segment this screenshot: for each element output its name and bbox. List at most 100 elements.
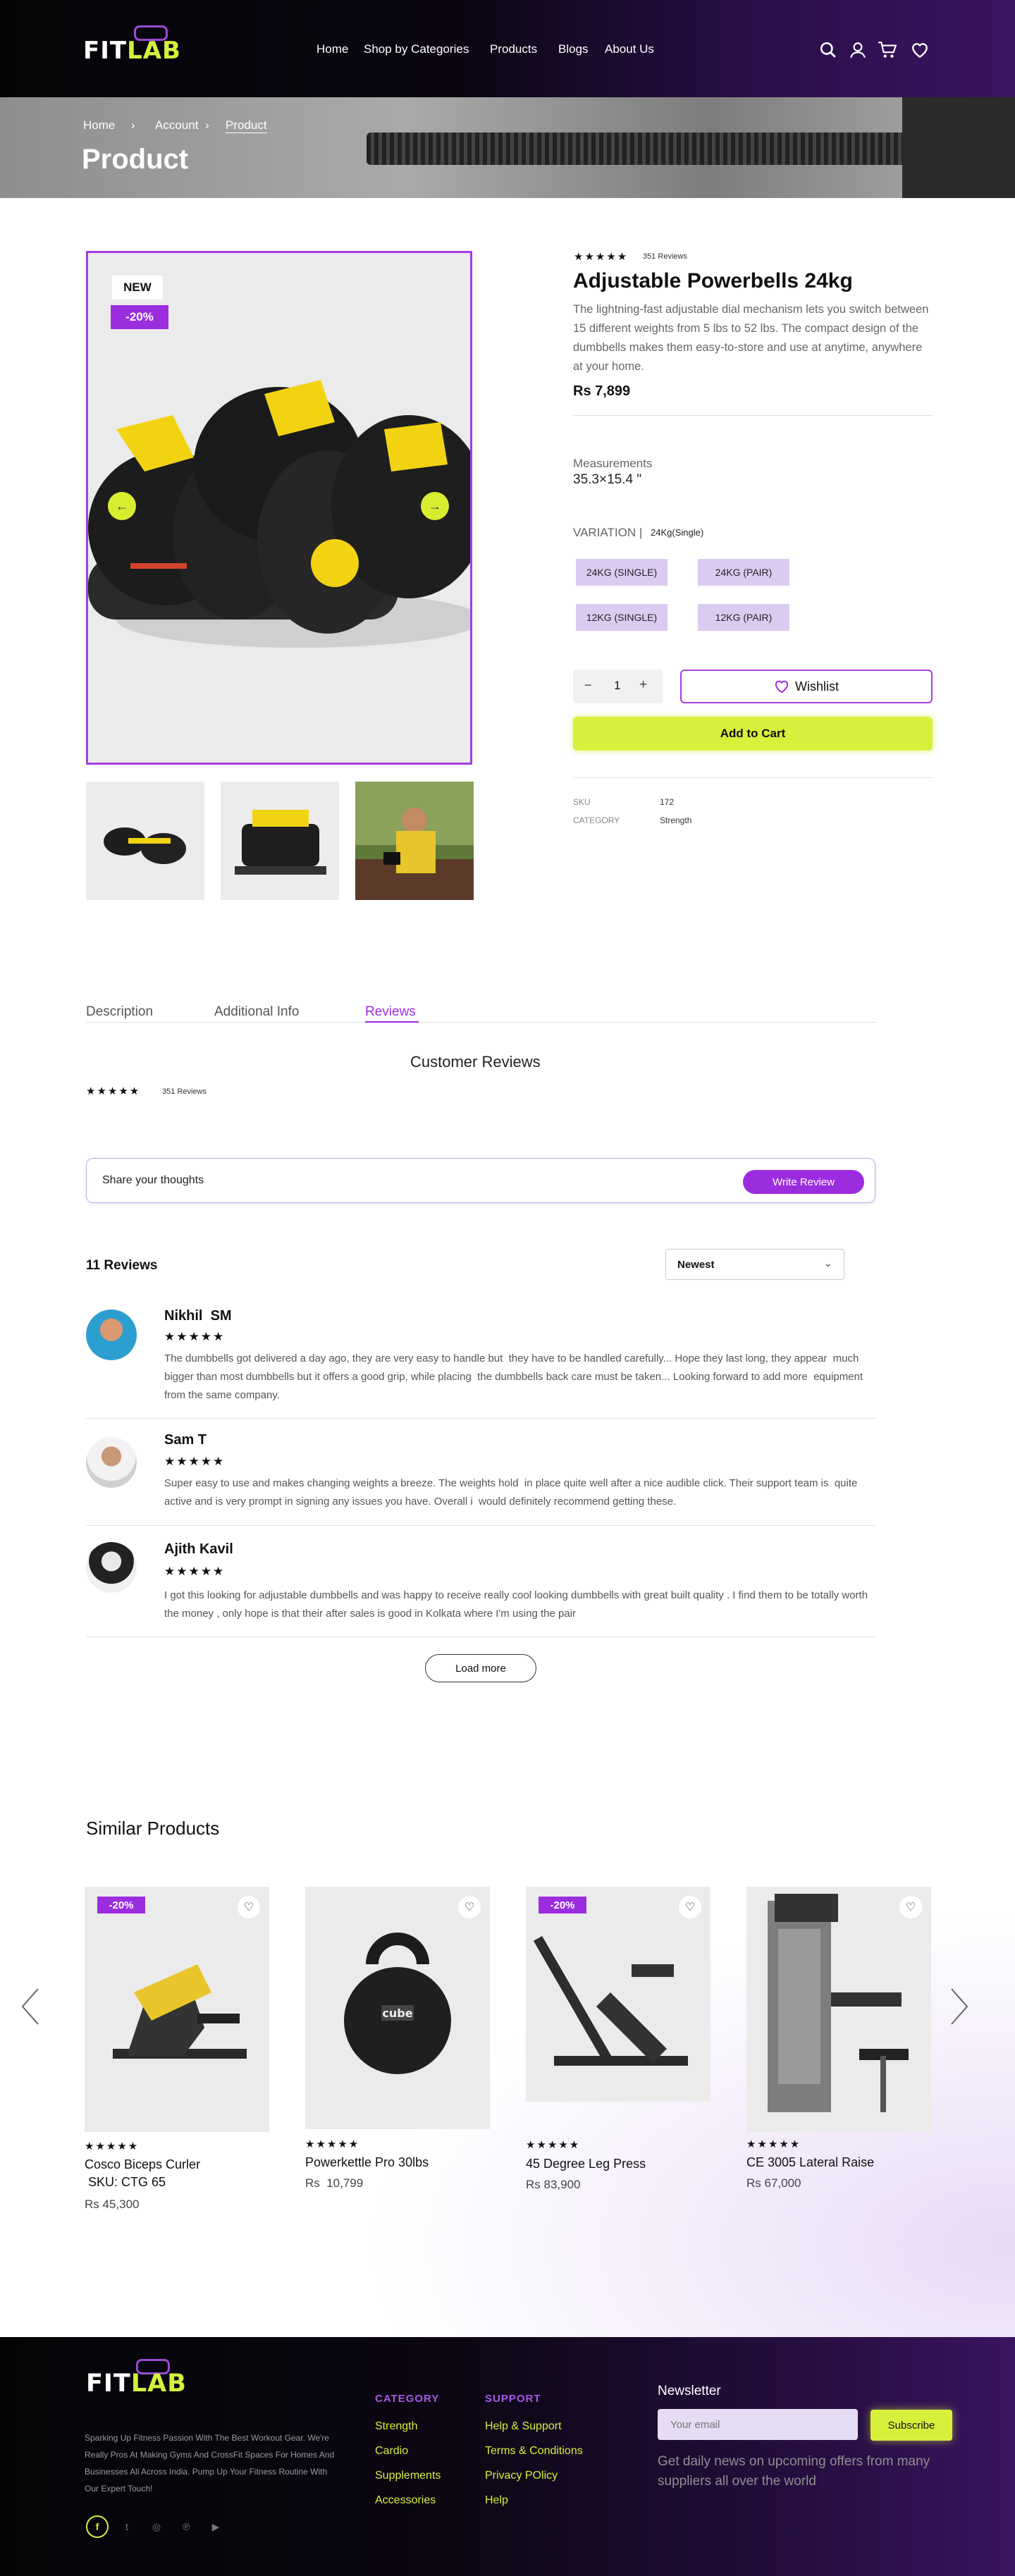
- product-title: Adjustable Powerbells 24kg: [573, 269, 853, 292]
- footer-link-help-support[interactable]: Help & Support: [485, 2420, 562, 2433]
- page: { "brand": {"fit": "FIT", "lab": "LAB"},…: [0, 0, 1015, 2576]
- product-card-image[interactable]: ♡: [746, 1887, 931, 2132]
- tab-description[interactable]: Description: [86, 1004, 153, 1020]
- breadcrumb-account[interactable]: Account: [155, 118, 198, 133]
- nav-blogs[interactable]: Blogs: [558, 42, 589, 56]
- facebook-icon[interactable]: f: [86, 2515, 109, 2538]
- card-price: Rs 67,000: [746, 2176, 801, 2190]
- nav-shop-by-categories[interactable]: Shop by Categories: [364, 42, 469, 56]
- card-title[interactable]: 45 Degree Leg Press: [526, 2157, 646, 2171]
- card-title[interactable]: CE 3005 Lateral Raise: [746, 2155, 874, 2170]
- write-review-button[interactable]: Write Review: [743, 1170, 864, 1194]
- divider: [573, 415, 933, 416]
- card-title[interactable]: Cosco Biceps Curler: [85, 2157, 200, 2172]
- measurements-value: 35.3×15.4 ": [573, 472, 642, 487]
- tab-additional-info[interactable]: Additional Info: [214, 1004, 299, 1020]
- prev-image-arrow-icon[interactable]: ←: [108, 492, 136, 520]
- add-to-cart-button[interactable]: Add to Cart: [573, 717, 933, 751]
- variation-option-12kg-pair[interactable]: 12KG (PAIR): [698, 604, 789, 631]
- chevron-down-icon: ⌄: [824, 1257, 832, 1269]
- twitter-icon[interactable]: t: [116, 2515, 138, 2538]
- review-text: The dumbbells got delivered a day ago, t…: [164, 1352, 866, 1401]
- subscribe-button[interactable]: Subscribe: [871, 2410, 952, 2441]
- quantity-minus-button[interactable]: −: [584, 678, 592, 693]
- variation-option-24kg-pair[interactable]: 24KG (PAIR): [698, 559, 789, 586]
- footer-link-cardio[interactable]: Cardio: [375, 2445, 408, 2458]
- card-rating-stars: ★★★★★: [746, 2138, 801, 2150]
- footer-link-strength[interactable]: Strength: [375, 2420, 417, 2433]
- card-title[interactable]: Powerkettle Pro 30lbs: [305, 2155, 429, 2170]
- instagram-icon[interactable]: ◎: [145, 2515, 168, 2538]
- nav-about-us[interactable]: About Us: [605, 42, 654, 56]
- footer-link-accessories[interactable]: Accessories: [375, 2494, 436, 2507]
- carousel-next-arrow-icon[interactable]: [949, 1988, 970, 2026]
- product-card-image[interactable]: cube ♡: [305, 1887, 490, 2129]
- thumbnail-1[interactable]: [86, 782, 204, 900]
- user-icon[interactable]: [847, 39, 868, 61]
- summary-review-count: 351 Reviews: [162, 1087, 207, 1096]
- sort-dropdown[interactable]: Newest ⌄: [665, 1249, 844, 1280]
- review-input[interactable]: Share your thoughts: [102, 1174, 204, 1187]
- wishlist-button[interactable]: Wishlist: [680, 670, 933, 703]
- card-price: Rs 10,799: [305, 2176, 364, 2190]
- reviewer-name: Ajith Kavil: [164, 1541, 233, 1557]
- product-card-image[interactable]: -20% ♡: [526, 1887, 710, 2102]
- heart-icon[interactable]: ♡: [899, 1896, 922, 1918]
- pinterest-icon[interactable]: ℗: [175, 2515, 197, 2538]
- logo[interactable]: FITLAB: [83, 37, 181, 65]
- quantity-stepper: − 1 +: [573, 670, 663, 703]
- newsletter-email-input[interactable]: [658, 2409, 858, 2440]
- heart-icon[interactable]: ♡: [458, 1896, 481, 1918]
- heart-icon[interactable]: ♡: [679, 1896, 701, 1918]
- sku-label: SKU: [573, 797, 591, 807]
- quantity-value[interactable]: 1: [614, 679, 620, 693]
- logo-fit: FIT: [86, 2369, 131, 2398]
- measurements-label: Measurements: [573, 457, 653, 470]
- thumbnail-2[interactable]: [221, 782, 339, 900]
- youtube-icon[interactable]: ▶: [204, 2515, 227, 2538]
- review-stars: ★★★★★: [164, 1455, 226, 1468]
- next-image-arrow-icon[interactable]: →: [421, 492, 449, 520]
- tab-reviews[interactable]: Reviews: [365, 1004, 416, 1020]
- variation-option-24kg-single[interactable]: 24KG (SINGLE): [576, 559, 668, 586]
- sku-value: 172: [660, 797, 675, 807]
- heart-icon[interactable]: [909, 39, 930, 61]
- svg-text:cube: cube: [382, 2007, 412, 2020]
- footer-link-terms[interactable]: Terms & Conditions: [485, 2445, 583, 2458]
- load-more-button[interactable]: Load more: [425, 1654, 536, 1682]
- weight-plate-image: [902, 97, 1015, 198]
- footer-link-help[interactable]: Help: [485, 2494, 508, 2507]
- nav-products[interactable]: Products: [490, 42, 537, 56]
- logo-lab: LAB: [127, 37, 181, 65]
- wishlist-label: Wishlist: [795, 679, 839, 694]
- avatar: [86, 1437, 137, 1488]
- cart-icon[interactable]: [877, 39, 898, 61]
- tab-reviews-indicator: [365, 1021, 419, 1023]
- product-card-image[interactable]: -20% ♡: [85, 1887, 269, 2132]
- carousel-prev-arrow-icon[interactable]: [20, 1988, 41, 2026]
- footer-link-privacy[interactable]: Privacy POlicy: [485, 2470, 558, 2482]
- chevron-right-icon: ›: [131, 118, 135, 132]
- variation-option-12kg-single[interactable]: 12KG (SINGLE): [576, 604, 668, 631]
- sort-selected: Newest: [677, 1259, 715, 1271]
- card-subtitle: SKU: CTG 65: [85, 2175, 166, 2189]
- footer-category-heading: CATEGORY: [375, 2393, 440, 2405]
- variation-label-text: VARIATION: [573, 526, 636, 539]
- divider: [573, 777, 933, 778]
- divider: [86, 1418, 875, 1419]
- quantity-plus-button[interactable]: +: [639, 677, 647, 693]
- heart-icon[interactable]: ♡: [238, 1896, 260, 1918]
- review-text: Super easy to use and makes changing wei…: [164, 1477, 861, 1508]
- search-icon[interactable]: [818, 39, 839, 61]
- footer-link-supplements[interactable]: Supplements: [375, 2470, 441, 2482]
- footer-logo[interactable]: FITLAB: [86, 2369, 187, 2398]
- summary-rating-stars: ★★★★★: [86, 1085, 141, 1097]
- avatar: [86, 1309, 137, 1360]
- breadcrumb-product[interactable]: Product: [226, 118, 267, 133]
- product-review-count: 351 Reviews: [643, 252, 687, 261]
- breadcrumb-home[interactable]: Home: [83, 118, 115, 133]
- product-rating-stars: ★★★★★: [574, 251, 629, 263]
- footer-tagline: Sparking Up Fitness Passion With The Bes…: [85, 2433, 335, 2494]
- nav-home[interactable]: Home: [316, 42, 348, 56]
- thumbnail-3[interactable]: [355, 782, 474, 900]
